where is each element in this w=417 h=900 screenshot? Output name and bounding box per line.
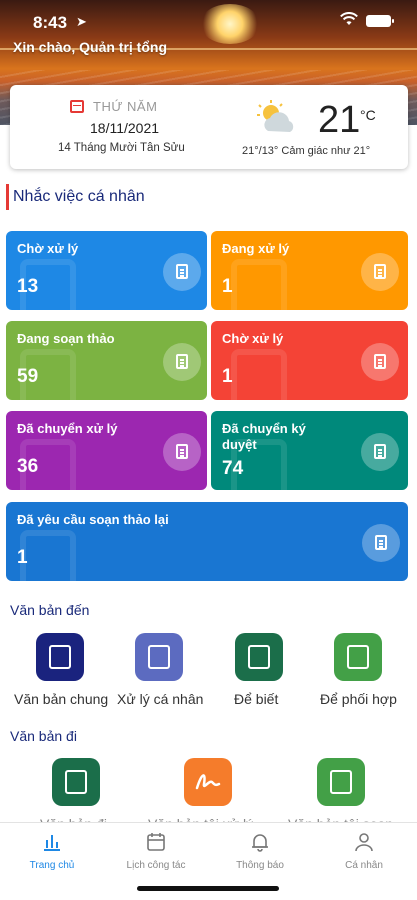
calendar-icon — [70, 100, 84, 113]
tile-drafting[interactable]: Đang soạn thảo 59 — [6, 321, 207, 400]
tab-profile[interactable]: Cá nhân — [312, 823, 416, 883]
documents-watermark-icon — [231, 259, 287, 310]
reading-icon[interactable] — [334, 633, 382, 681]
tile-count: 74 — [222, 458, 244, 479]
greeting-text: Xin chào, Quản trị tổng — [13, 39, 167, 55]
tile-count: 59 — [17, 366, 39, 387]
person-icon — [355, 833, 373, 852]
lunar-date: 14 Tháng Mười Tân Sửu — [58, 142, 185, 154]
document-check-watermark-icon — [231, 349, 287, 400]
incoming-for-info-label[interactable]: Để biết — [234, 691, 278, 707]
tile-sent-for-approval[interactable]: Đã chuyển ký duyệt 74 — [211, 411, 408, 490]
incoming-general-label[interactable]: Văn bản chung — [14, 691, 108, 707]
status-bar: 8:43 ➤ — [0, 0, 417, 40]
document-add-icon — [163, 433, 201, 471]
tab-home[interactable]: Trang chủ — [0, 823, 104, 883]
tab-label: Lịch công tác — [126, 860, 186, 871]
tile-label: Chờ xử lý — [222, 331, 284, 346]
incoming-coordinate-label[interactable]: Để phối hợp — [320, 691, 397, 707]
tile-label: Đã yêu cầu soạn thảo lại — [17, 512, 169, 527]
incoming-personal-label[interactable]: Xử lý cá nhân — [117, 691, 203, 707]
tile-label: Chờ xử lý — [17, 241, 79, 256]
edit-icon[interactable] — [317, 758, 365, 806]
clipboard-icon — [163, 343, 201, 381]
calendar-icon — [147, 833, 165, 851]
clipboard-icon — [362, 524, 400, 562]
contact-book-icon[interactable] — [135, 633, 183, 681]
tile-forwarded[interactable]: Đã chuyển xử lý 36 — [6, 411, 207, 490]
home-indicator[interactable] — [137, 886, 279, 891]
chart-icon — [44, 835, 60, 851]
tile-label: Đã chuyển xử lý — [17, 421, 118, 436]
section-title-reminders: Nhắc việc cá nhân — [13, 188, 145, 205]
tab-label: Cá nhân — [345, 860, 383, 871]
tile-count: 1 — [17, 547, 28, 568]
tab-notifications[interactable]: Thông báo — [208, 823, 312, 883]
weather-detail: 21°/13° Cảm giác như 21° — [242, 145, 371, 157]
document-icon — [361, 343, 399, 381]
tile-pending[interactable]: Chờ xử lý 13 — [6, 231, 207, 310]
tile-count: 36 — [17, 456, 39, 477]
tile-count: 1 — [222, 366, 233, 387]
day-name: THỨ NĂM — [93, 99, 158, 114]
wifi-icon — [340, 12, 358, 29]
tile-label: Đang soạn thảo — [17, 331, 115, 346]
status-time: 8:43 — [33, 13, 68, 32]
section-accent-bar — [6, 184, 9, 210]
temperature-unit: °C — [360, 107, 376, 123]
open-book-icon[interactable] — [235, 633, 283, 681]
tile-count: 13 — [17, 276, 39, 297]
upload-document-icon[interactable] — [52, 758, 100, 806]
clipboard-watermark-icon — [20, 530, 76, 581]
copy-documents-icon — [361, 253, 399, 291]
tile-label: Đang xử lý — [222, 241, 290, 256]
date-weather-card: THỨ NĂM 18/11/2021 14 Tháng Mười Tân Sửu… — [10, 85, 408, 169]
section-title-incoming: Văn bản đến — [10, 602, 90, 618]
tab-schedule[interactable]: Lịch công tác — [104, 823, 208, 883]
checklist-icon — [361, 433, 399, 471]
partly-cloudy-icon — [257, 100, 294, 132]
tab-label: Thông báo — [236, 860, 284, 871]
tile-redraft-requested[interactable]: Đã yêu cầu soạn thảo lại 1 — [6, 502, 408, 581]
tab-label: Trang chủ — [29, 860, 75, 871]
battery-icon — [366, 15, 394, 27]
tile-processing[interactable]: Đang xử lý 1 — [211, 231, 408, 310]
tile-count: 1 — [222, 276, 233, 297]
book-icon[interactable] — [36, 633, 84, 681]
bell-icon — [252, 834, 268, 852]
clipboard-icon — [163, 253, 201, 291]
section-title-outgoing: Văn bản đi — [10, 728, 77, 744]
temperature: 21 — [318, 99, 361, 141]
signature-icon[interactable] — [184, 758, 232, 806]
solar-date: 18/11/2021 — [90, 120, 160, 136]
location-arrow-icon: ➤ — [76, 14, 87, 29]
tile-label: Đã chuyển ký duyệt — [222, 421, 306, 452]
tile-awaiting[interactable]: Chờ xử lý 1 — [211, 321, 408, 400]
